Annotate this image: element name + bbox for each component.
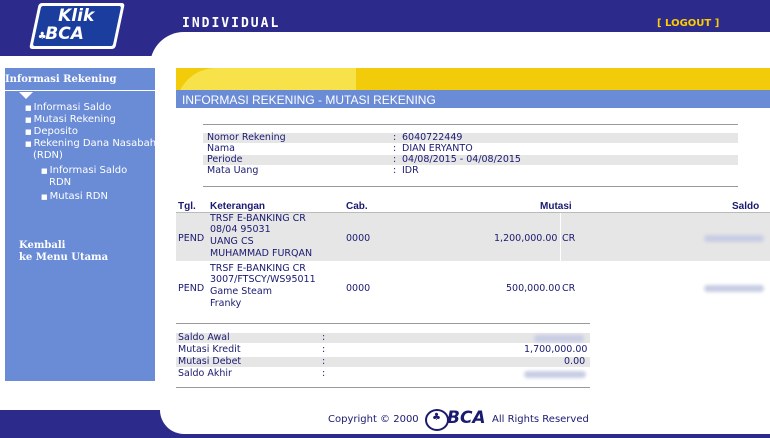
col-header-date: Tgl.	[178, 201, 196, 212]
sidebar-subitem-informasi-saldo-rdn[interactable]: ■ Informasi Saldo RDN	[41, 165, 127, 188]
col-header-balance: Saldo	[732, 201, 760, 212]
sidebar-title: Informasi Rekening	[5, 74, 117, 85]
sidebar-item-informasi-saldo[interactable]: ■ Informasi Saldo	[25, 102, 111, 114]
divider	[203, 124, 738, 125]
logo-text-bca: BCA	[45, 24, 84, 44]
divider	[176, 387, 590, 388]
redacted-value	[524, 371, 586, 378]
redacted-balance	[704, 235, 764, 242]
divider	[203, 186, 738, 187]
bullet-icon: ■	[25, 104, 32, 112]
bullet-icon: ■	[25, 140, 32, 148]
col-header-mutation: Mutasi	[540, 201, 572, 212]
summary-closing-balance: Saldo Akhir :	[176, 369, 590, 379]
page-title: INFORMASI REKENING - MUTASI REKENING	[182, 93, 436, 107]
back-to-main-menu-link[interactable]: Kembali ke Menu Utama	[19, 240, 108, 264]
bullet-icon: ■	[41, 193, 48, 201]
rights-text: All Rights Reserved	[492, 414, 589, 425]
bullet-icon: ■	[25, 116, 32, 124]
redacted-balance	[704, 285, 764, 292]
redacted-value	[534, 335, 584, 342]
header-curve	[150, 32, 770, 72]
currency-row: Mata Uang: IDR	[207, 165, 419, 176]
bullet-icon: ■	[25, 128, 32, 136]
col-header-description: Keterangan	[210, 201, 266, 212]
col-header-branch: Cab.	[346, 201, 368, 212]
logout-link[interactable]: [ LOGOUT ]	[657, 18, 719, 29]
account-number-row: Nomor Rekening:6040722449	[203, 133, 738, 143]
summary-debit: Mutasi Debet : 0.00	[176, 357, 590, 367]
summary-opening-balance: Saldo Awal :	[176, 333, 590, 343]
bca-emblem-icon: ♣	[425, 409, 449, 431]
bullet-icon: ■	[41, 167, 48, 175]
sidebar-item-rdn[interactable]: ■ Rekening Dana Nasabah (RDN)	[25, 138, 159, 161]
sidebar-divider	[5, 90, 155, 91]
copyright-text: Copyright © 2000	[328, 414, 419, 425]
sidebar-item-deposito[interactable]: ■ Deposito	[25, 126, 78, 138]
sidebar-item-mutasi-rekening[interactable]: ■ Mutasi Rekening	[25, 114, 116, 126]
logo-text-klik: Klik	[58, 6, 95, 26]
table-row: PEND TRSF E-BANKING CR 3007/FTSCY/WS9501…	[176, 263, 770, 311]
divider	[176, 323, 590, 324]
period-row: Periode:04/08/2015 - 04/08/2015	[203, 155, 738, 165]
expand-arrow-icon	[19, 92, 33, 99]
footer-brand: BCA	[447, 408, 486, 428]
summary-credit: Mutasi Kredit : 1,700,000.00	[178, 344, 588, 355]
sidebar-subitem-mutasi-rdn[interactable]: ■ Mutasi RDN	[41, 191, 108, 203]
account-name-row: Nama: DIAN ERYANTO	[207, 143, 473, 154]
table-row: PEND TRSF E-BANKING CR 08/04 95031 UANG …	[176, 213, 770, 261]
sidebar: Informasi Rekening ■ Informasi Saldo ■ Mut…	[5, 68, 156, 381]
section-title: INDIVIDUAL	[182, 16, 281, 31]
klikbca-logo[interactable]: Klik ♣ BCA	[29, 3, 125, 49]
